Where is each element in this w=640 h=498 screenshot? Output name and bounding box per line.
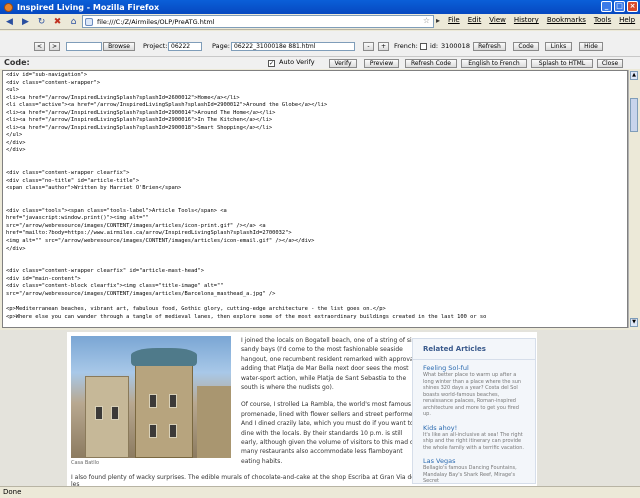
french-checkbox[interactable]: [420, 43, 427, 50]
related-item-title[interactable]: Feeling Sol-ful: [423, 364, 525, 372]
page-icon: [85, 18, 93, 26]
url-text: file:///C:/Z/Airmiles/OLP/PreATG.html: [97, 17, 215, 26]
preview-button[interactable]: Preview: [364, 59, 399, 68]
browse-button[interactable]: Browse: [103, 42, 135, 51]
project-select[interactable]: 06222: [168, 42, 202, 51]
scroll-thumb[interactable]: [630, 98, 638, 132]
id-value: 3100018: [441, 42, 470, 50]
project-label: Project:: [143, 42, 168, 50]
related-item[interactable]: Feeling Sol-ful What better place to war…: [413, 360, 535, 420]
english-to-french-button[interactable]: English to French: [461, 59, 527, 68]
prev-button[interactable]: <: [34, 42, 45, 51]
status-bar: Done: [0, 486, 640, 498]
menu-bookmarks[interactable]: Bookmarks: [547, 16, 586, 24]
article-paragraph: I joined the locals on Bogatell beach, o…: [241, 337, 418, 392]
project-value: 06222: [171, 43, 191, 50]
refresh-code-button[interactable]: Refresh Code: [405, 59, 457, 68]
code-scrollbar[interactable]: ▲ ▼: [628, 70, 638, 328]
editor-toolbar: < > Browse Project: 06222 Page: 06222_31…: [0, 31, 640, 57]
related-item-desc: Bellagio's famous Dancing Fountains, Man…: [423, 465, 517, 484]
article-paragraph: I also found plenty of wacky surprises. …: [71, 474, 415, 486]
auto-verify-checkbox[interactable]: ✓: [268, 60, 275, 67]
related-articles: Related Articles Feeling Sol-ful What be…: [412, 338, 536, 484]
close-window-button[interactable]: ×: [627, 1, 638, 12]
menu-tools[interactable]: Tools: [594, 16, 611, 24]
menu-view[interactable]: View: [489, 16, 506, 24]
menu-edit[interactable]: Edit: [468, 16, 482, 24]
navigation-toolbar: ◀ ▶ ↻ ✖ ⌂ file:///C:/Z/Airmiles/OLP/PreA…: [0, 14, 640, 30]
scroll-down-icon[interactable]: ▼: [630, 318, 638, 327]
article-paragraph: Of course, I strolled La Rambla, the wor…: [241, 401, 421, 465]
article-body: I joined the locals on Bogatell beach, o…: [241, 336, 421, 474]
auto-verify-label: Auto Verify: [279, 58, 315, 66]
code-label: Code:: [4, 58, 30, 67]
window-controls: _ □ ×: [601, 1, 638, 12]
minimize-button[interactable]: _: [601, 1, 612, 12]
file-input[interactable]: [66, 42, 102, 51]
stop-icon[interactable]: ✖: [51, 15, 64, 28]
code-button[interactable]: Code: [513, 42, 539, 51]
related-item[interactable]: Las Vegas Bellagio's famous Dancing Foun…: [413, 453, 535, 486]
page-preview: Casa Batllo I joined the locals on Bogat…: [0, 330, 640, 486]
back-icon[interactable]: ◀: [3, 15, 16, 28]
menu-bar: File Edit View History Bookmarks Tools H…: [448, 16, 635, 24]
scroll-up-icon[interactable]: ▲: [630, 71, 638, 80]
related-item-title[interactable]: Las Vegas: [423, 457, 525, 465]
splash-to-html-button[interactable]: Splash to HTML: [531, 59, 593, 68]
page-select[interactable]: 06222_3100018e 881.html: [231, 42, 355, 51]
casa-batllo-photo: [71, 336, 231, 458]
related-articles-title: Related Articles: [413, 339, 535, 360]
menu-history[interactable]: History: [514, 16, 539, 24]
bookmark-star-icon[interactable]: ☆: [423, 16, 430, 25]
window-title: Inspired Living - Mozilla Firefox: [17, 2, 160, 12]
related-item-desc: It's like an all-inclusive at sea! The r…: [423, 431, 524, 451]
minus-button[interactable]: -: [363, 42, 374, 51]
next-button[interactable]: >: [49, 42, 60, 51]
menu-help[interactable]: Help: [619, 16, 635, 24]
menu-file[interactable]: File: [448, 16, 460, 24]
plus-button[interactable]: +: [378, 42, 389, 51]
page-value: 06222_3100018e 881.html: [234, 43, 316, 50]
refresh-button[interactable]: Refresh: [473, 42, 506, 51]
french-label: French:: [394, 42, 418, 50]
related-item-desc: What better place to warm up after a lon…: [423, 372, 522, 417]
reload-icon[interactable]: ↻: [35, 15, 48, 28]
hide-button[interactable]: Hide: [579, 42, 603, 51]
related-item-title[interactable]: Kids ahoy!: [423, 424, 525, 432]
maximize-button[interactable]: □: [614, 1, 625, 12]
url-bar[interactable]: file:///C:/Z/Airmiles/OLP/PreATG.html ☆: [82, 15, 434, 28]
links-button[interactable]: Links: [545, 42, 572, 51]
page-label: Page:: [212, 42, 230, 50]
verify-button[interactable]: Verify: [329, 59, 357, 68]
home-icon[interactable]: ⌂: [67, 15, 80, 28]
go-icon[interactable]: ▸: [436, 16, 440, 25]
forward-icon[interactable]: ▶: [19, 15, 32, 28]
firefox-icon: [4, 2, 13, 12]
related-item[interactable]: Kids ahoy! It's like an all-inclusive at…: [413, 420, 535, 454]
id-label: id:: [430, 42, 439, 50]
close-button[interactable]: Close: [597, 59, 623, 68]
window-titlebar: Inspired Living - Mozilla Firefox _ □ ×: [0, 0, 640, 14]
code-editor[interactable]: <div id="sub-navigation"> <div class="co…: [2, 70, 628, 328]
photo-caption: Casa Batllo: [71, 460, 100, 466]
code-toolbar: Code: ✓ Auto Verify Verify Preview Refre…: [0, 57, 640, 69]
status-text: Done: [3, 488, 22, 496]
